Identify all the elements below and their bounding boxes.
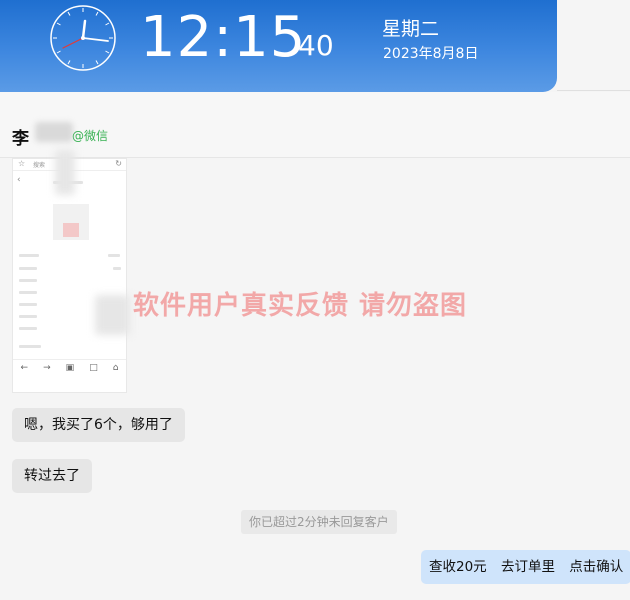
incoming-message[interactable]: 转过去了	[12, 459, 92, 493]
thumb-search-text: 搜索	[33, 162, 46, 169]
redaction-blur	[55, 150, 75, 195]
clock-weekday: 星期二	[382, 18, 440, 40]
clock-date: 2023年8月8日	[383, 46, 479, 62]
incoming-message[interactable]: 嗯，我买了6个，够用了	[12, 408, 185, 442]
thumb-nav-icon: ←	[20, 362, 29, 373]
refresh-icon: ↻	[115, 159, 122, 168]
thumb-line	[19, 267, 37, 270]
thumb-line	[113, 267, 121, 270]
contact-name[interactable]: 李	[12, 124, 29, 149]
outgoing-text-part: 查收20元	[429, 559, 487, 575]
thumb-nav-icon: →	[43, 362, 51, 373]
thumb-nav: ← → ▣ □ ⌂	[13, 359, 126, 375]
thumb-line	[19, 327, 37, 330]
thumb-line	[108, 254, 120, 257]
thumb-line	[19, 254, 39, 257]
clock-seconds: 40	[298, 29, 334, 62]
thumb-line	[19, 315, 37, 318]
thumb-line	[19, 345, 41, 348]
watermark: 软件用户真实反馈 请勿盗图	[133, 291, 468, 321]
outgoing-text-part: 去订单里	[500, 559, 555, 575]
app-window: 12:15 40 星期二 2023年8月8日 李 @微信 ☆ 搜索 ↻ ‹ ← …	[0, 0, 630, 600]
redaction-blur	[95, 295, 130, 335]
chat-header: 李 @微信	[0, 92, 630, 158]
thumb-line	[19, 291, 37, 294]
thumb-nav-icon: □	[89, 362, 98, 373]
system-notice: 你已超过2分钟未回复客户	[241, 510, 397, 534]
outgoing-message[interactable]: 查收20元 去订单里 点击确认	[421, 550, 630, 584]
thumb-nav-icon: ▣	[65, 362, 75, 373]
outgoing-text-part: 点击确认	[569, 559, 624, 575]
wechat-tag: @微信	[72, 129, 109, 143]
clock-time: 12:15	[140, 5, 307, 70]
thumb-line	[19, 279, 37, 282]
divider	[557, 90, 630, 91]
clock-header: 12:15 40 星期二 2023年8月8日	[0, 0, 557, 92]
back-icon: ‹	[17, 175, 21, 185]
name-redaction	[35, 122, 73, 142]
thumb-nav-icon: ⌂	[112, 362, 119, 373]
star-icon: ☆	[18, 159, 26, 168]
analog-clock-icon	[50, 5, 116, 71]
thumb-product-image	[63, 223, 79, 237]
thumb-line	[19, 303, 37, 306]
